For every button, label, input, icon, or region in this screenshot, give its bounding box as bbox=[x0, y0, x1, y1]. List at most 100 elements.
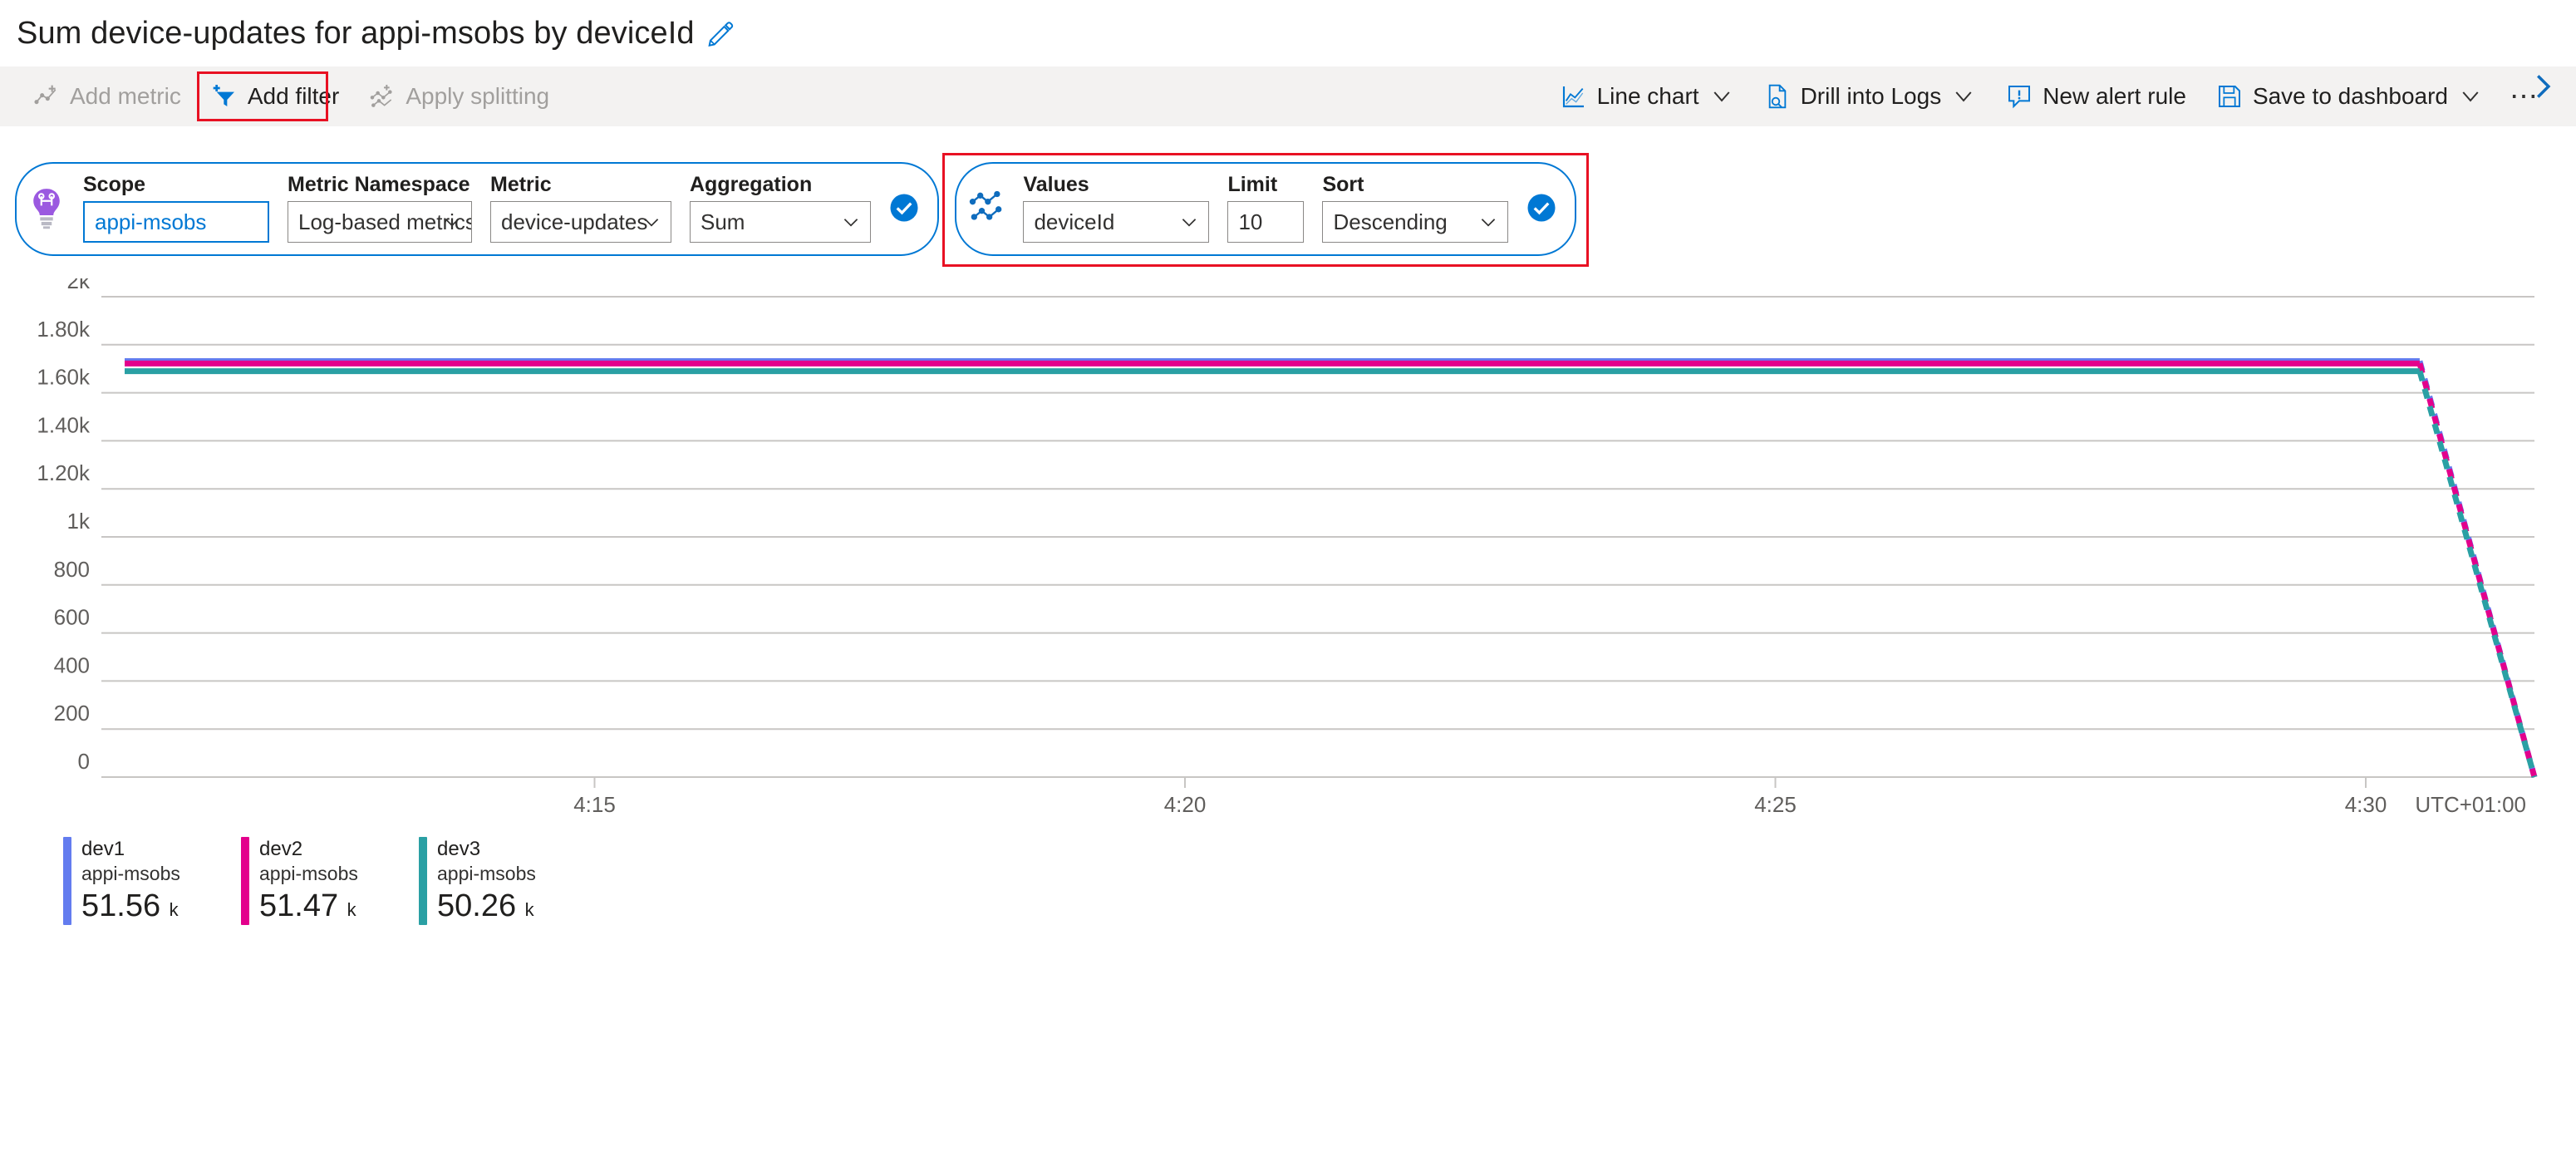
sort-select[interactable]: Descending bbox=[1322, 201, 1509, 244]
legend-series-resource: appi-msobs bbox=[437, 863, 536, 885]
metric-namespace-select[interactable]: Log-based metrics bbox=[288, 201, 472, 244]
aggregation-select[interactable]: Sum bbox=[690, 201, 871, 244]
y-axis-tick-label: 400 bbox=[54, 653, 90, 678]
save-to-dashboard-button[interactable]: Save to dashboard bbox=[2201, 75, 2498, 118]
chevron-down-icon bbox=[843, 219, 858, 227]
chevron-down-icon bbox=[1482, 219, 1496, 227]
drill-into-logs-icon bbox=[1768, 84, 1786, 109]
splitting-pill: Values deviceId Limit 10 Sort Descending bbox=[955, 162, 1577, 257]
legend-color-swatch bbox=[241, 837, 249, 925]
legend-color-swatch bbox=[63, 837, 71, 925]
aggregation-field: Aggregation Sum bbox=[690, 172, 871, 244]
timezone-label: UTC+01:00 bbox=[2415, 792, 2526, 817]
drill-into-logs-label: Drill into Logs bbox=[1800, 83, 1942, 109]
legend-series-name: dev2 bbox=[259, 838, 303, 861]
chart-legend: dev1 appi-msobs 51.56 k dev2 appi-msobs 51.47… bbox=[0, 837, 2576, 925]
chevron-down-icon bbox=[1955, 91, 1972, 102]
x-axis-tick-label: 4:20 bbox=[1164, 792, 1207, 817]
command-bar-left: Add metric Add filter Apply splitting bbox=[0, 75, 564, 118]
limit-label: Limit bbox=[1227, 173, 1278, 196]
values-label: Values bbox=[1023, 173, 1089, 196]
page-header: Sum device-updates for appi-msobs by dev… bbox=[0, 0, 2576, 66]
legend-color-swatch bbox=[419, 837, 427, 925]
chevron-down-icon bbox=[1182, 219, 1197, 227]
sort-field: Sort Descending bbox=[1322, 172, 1509, 244]
application-insights-lightbulb-icon bbox=[33, 188, 60, 229]
new-alert-rule-icon bbox=[2008, 86, 2031, 109]
aggregation-value: Sum bbox=[701, 209, 745, 234]
scope-value: appi-msobs bbox=[95, 209, 207, 234]
metric-definition-pill: Scope appi-msobs Metric Namespace Log-ba… bbox=[15, 162, 939, 257]
y-axis-tick-label: 1.80k bbox=[37, 317, 91, 342]
scope-input[interactable]: appi-msobs bbox=[83, 201, 269, 244]
y-axis-tick-label: 1.20k bbox=[37, 460, 91, 485]
y-axis-tick-label: 200 bbox=[54, 701, 90, 726]
x-axis-tick-label: 4:30 bbox=[2345, 792, 2387, 817]
drill-into-logs-button[interactable]: Drill into Logs bbox=[1749, 75, 1992, 118]
legend-item[interactable]: dev3 appi-msobs 50.26 k bbox=[419, 837, 597, 925]
splitting-highlight-box: Values deviceId Limit 10 Sort Descending bbox=[942, 153, 1590, 268]
add-filter-button[interactable]: Add filter bbox=[196, 75, 355, 118]
x-axis-tick-label: 4:15 bbox=[573, 792, 616, 817]
chart-canvas[interactable]: 2k 1.80k 1.60k 1.40k 1.20k 1k 800 600 400 200 0 4:1… bbox=[0, 278, 2576, 827]
confirm-check-icon[interactable] bbox=[1526, 193, 1556, 223]
pencil-icon[interactable] bbox=[706, 19, 735, 47]
add-filter-icon bbox=[213, 85, 234, 106]
y-axis-tick-label: 1.60k bbox=[37, 365, 91, 390]
add-metric-icon bbox=[34, 85, 57, 105]
y-axis-tick-label: 1.40k bbox=[37, 413, 91, 438]
confirm-check-icon[interactable] bbox=[889, 193, 919, 223]
values-field: Values deviceId bbox=[1023, 172, 1210, 244]
chevron-down-icon bbox=[644, 219, 659, 227]
legend-series-value: 51.56 k bbox=[81, 888, 179, 924]
scope-field: Scope appi-msobs bbox=[83, 172, 269, 244]
line-chart-button[interactable]: Line chart bbox=[1546, 75, 1749, 118]
limit-input[interactable]: 10 bbox=[1227, 201, 1305, 244]
y-axis-tick-label: 600 bbox=[54, 605, 90, 630]
limit-field: Limit 10 bbox=[1227, 172, 1305, 244]
splitting-scatter-icon bbox=[970, 190, 1002, 220]
legend-series-name: dev3 bbox=[437, 838, 481, 861]
apply-splitting-button[interactable]: Apply splitting bbox=[354, 75, 564, 118]
y-axis-tick-label: 1k bbox=[67, 509, 91, 534]
sort-value: Descending bbox=[1333, 209, 1448, 234]
save-to-dashboard-icon bbox=[2218, 86, 2240, 107]
limit-value: 10 bbox=[1238, 209, 1263, 234]
save-to-dashboard-label: Save to dashboard bbox=[2252, 83, 2448, 109]
add-filter-label: Add filter bbox=[247, 83, 340, 109]
aggregation-label: Aggregation bbox=[690, 173, 813, 196]
values-value: deviceId bbox=[1034, 209, 1115, 234]
line-chart-icon bbox=[1562, 86, 1584, 108]
legend-text: dev2 appi-msobs 51.47 k bbox=[259, 837, 358, 925]
sort-label: Sort bbox=[1322, 173, 1364, 196]
metric-namespace-label: Metric Namespace bbox=[288, 173, 470, 196]
command-bar-right: Line chart Drill into Logs New alert rul… bbox=[1546, 75, 2576, 118]
legend-series-value: 50.26 k bbox=[437, 888, 534, 924]
y-axis-tick-label: 800 bbox=[54, 557, 90, 582]
metric-label: Metric bbox=[490, 173, 552, 196]
command-bar: Add metric Add filter Apply splitting Li… bbox=[0, 66, 2576, 126]
legend-series-resource: appi-msobs bbox=[81, 863, 180, 885]
legend-text: dev1 appi-msobs 51.56 k bbox=[81, 837, 180, 925]
metric-select[interactable]: device-updates bbox=[490, 201, 671, 244]
legend-text: dev3 appi-msobs 50.26 k bbox=[437, 837, 536, 925]
legend-item[interactable]: dev2 appi-msobs 51.47 k bbox=[241, 837, 419, 925]
legend-item[interactable]: dev1 appi-msobs 51.56 k bbox=[63, 837, 241, 925]
y-axis-tick-label: 0 bbox=[78, 749, 90, 774]
chevron-right-icon[interactable] bbox=[2526, 71, 2558, 102]
page-title: Sum device-updates for appi-msobs by dev… bbox=[17, 15, 695, 51]
new-alert-rule-label: New alert rule bbox=[2043, 83, 2186, 109]
add-metric-label: Add metric bbox=[70, 83, 181, 109]
metric-namespace-field: Metric Namespace Log-based metrics bbox=[288, 172, 472, 244]
metrics-chart: 2k 1.80k 1.60k 1.40k 1.20k 1k 800 600 400 200 0 4:1… bbox=[0, 75, 2576, 827]
legend-series-resource: appi-msobs bbox=[259, 863, 358, 885]
values-select[interactable]: deviceId bbox=[1023, 201, 1210, 244]
line-chart-label: Line chart bbox=[1596, 83, 1699, 109]
add-metric-button[interactable]: Add metric bbox=[18, 75, 196, 118]
new-alert-rule-button[interactable]: New alert rule bbox=[1991, 75, 2201, 118]
chevron-down-icon bbox=[1713, 91, 1730, 102]
x-axis-tick-label: 4:25 bbox=[1754, 792, 1797, 817]
y-axis-tick-label: 2k bbox=[67, 278, 91, 293]
query-builder: Scope appi-msobs Metric Namespace Log-ba… bbox=[0, 126, 2576, 268]
apply-splitting-label: Apply splitting bbox=[406, 83, 550, 109]
